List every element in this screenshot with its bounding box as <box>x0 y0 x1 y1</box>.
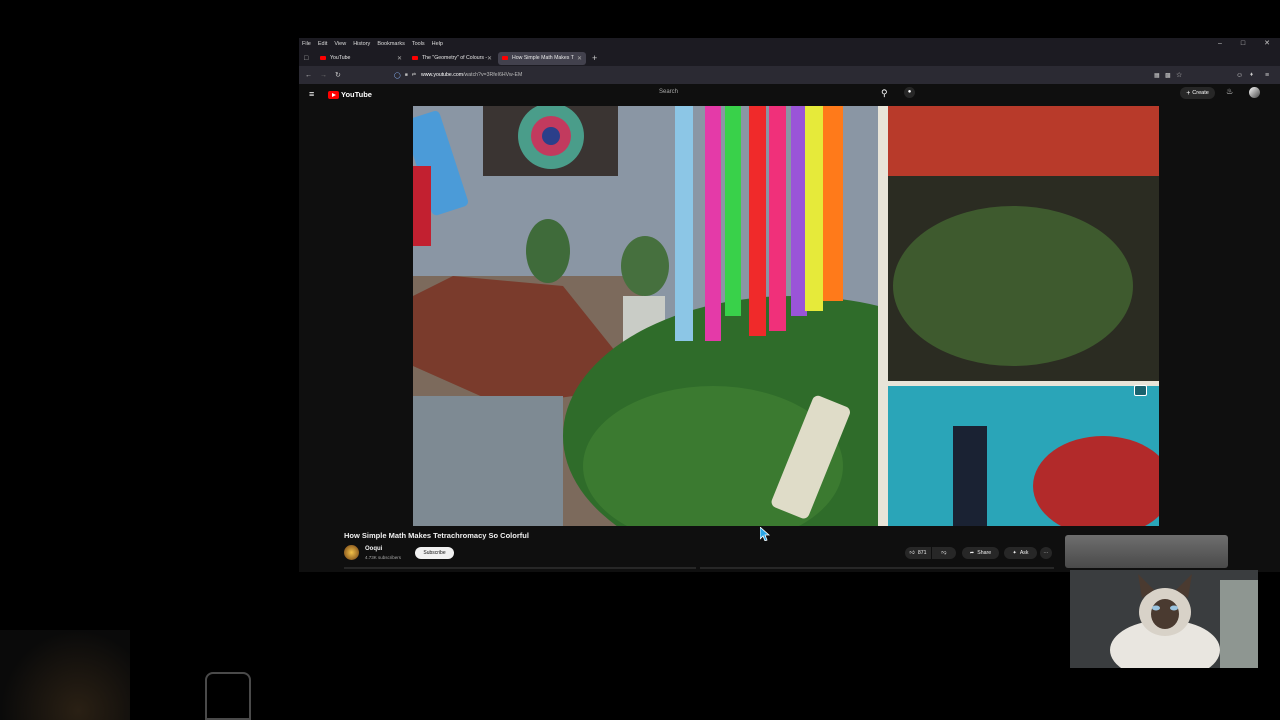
youtube-header: ≡ YouTube Search ⚲ ● + Create ♨ <box>299 84 1280 106</box>
tab-youtube[interactable]: YouTube ✕ <box>316 52 406 65</box>
permissions-icon[interactable]: ⇄ <box>412 72 416 78</box>
share-button[interactable]: ➦ Share <box>962 547 999 559</box>
dislike-icon: 👎︎ <box>941 550 947 556</box>
tab-list-icon[interactable]: □ <box>304 55 314 62</box>
bookmark-star-icon[interactable]: ☆ <box>1176 71 1182 79</box>
ask-button[interactable]: ✦ Ask <box>1004 547 1037 559</box>
menu-file[interactable]: File <box>302 41 311 47</box>
webcam-overlay <box>1070 570 1258 668</box>
desk-item-left <box>0 630 130 720</box>
more-actions-button[interactable]: ⋯ <box>1040 547 1052 559</box>
tab-geometry-of-colours[interactable]: The "Geometry" of Colours - Yo ✕ <box>408 52 496 65</box>
close-window-icon[interactable]: ✕ <box>1264 38 1270 50</box>
reader-view-icon[interactable]: ▦ <box>1154 72 1160 79</box>
more-icon: ⋯ <box>1043 550 1049 556</box>
video-info: How Simple Math Makes Tetrachromacy So C… <box>299 526 1280 572</box>
subscribe-button[interactable]: Subscribe <box>415 547 454 559</box>
youtube-favicon-icon <box>320 56 326 60</box>
reload-icon[interactable]: ↻ <box>335 71 341 79</box>
tab-label: How Simple Math Makes T <box>512 55 574 61</box>
menu-tools[interactable]: Tools <box>412 41 425 47</box>
youtube-logo[interactable]: YouTube <box>328 90 372 99</box>
search-placeholder: Search <box>659 89 679 95</box>
sparkle-icon: ✦ <box>1012 550 1017 556</box>
dislike-button[interactable]: 👎︎ <box>932 547 956 559</box>
hamburger-menu-icon[interactable]: ≡ <box>309 89 314 99</box>
video-player[interactable] <box>413 106 1159 526</box>
share-label: Share <box>977 550 992 556</box>
video-frame <box>413 106 1159 526</box>
navigation-bar: ← → ↻ ◯ ■ ⇄ www.youtube.com /watch?v=3Rf… <box>299 66 1280 84</box>
menu-bar: File Edit View History Bookmarks Tools H… <box>299 38 1280 50</box>
channel-avatar[interactable] <box>344 545 359 560</box>
menu-edit[interactable]: Edit <box>318 41 327 47</box>
url-bar[interactable]: ◯ ■ ⇄ www.youtube.com /watch?v=3RfeI6HVw… <box>394 69 1134 81</box>
menu-help[interactable]: Help <box>432 41 443 47</box>
tab-bar: □ YouTube ✕ The "Geometry" of Colours - … <box>299 50 1280 66</box>
cat-webcam-feed <box>1070 570 1258 668</box>
video-title: How Simple Math Makes Tetrachromacy So C… <box>344 531 529 540</box>
tab-label: The "Geometry" of Colours - Yo <box>422 55 488 61</box>
back-icon[interactable]: ← <box>305 72 312 79</box>
extensions-icon[interactable]: ♦ <box>1250 72 1253 78</box>
minimize-icon[interactable]: – <box>1218 38 1222 50</box>
tab-how-simple-math[interactable]: How Simple Math Makes T ✕ <box>498 51 586 65</box>
url-path: /watch?v=3RfeI6HVw-EM <box>463 72 523 78</box>
mouse-cursor-icon <box>760 527 771 541</box>
like-icon: 👍︎ <box>909 550 915 556</box>
create-button[interactable]: + Create <box>1180 87 1215 99</box>
new-tab-icon[interactable]: + <box>592 53 597 63</box>
shield-icon: ◯ <box>394 72 401 79</box>
menu-bookmarks[interactable]: Bookmarks <box>377 41 405 47</box>
menu-view[interactable]: View <box>334 41 346 47</box>
picture-in-picture-icon[interactable]: ▩ <box>1165 72 1171 79</box>
subscriber-count: 4.73K subscribers <box>365 555 402 560</box>
logo-text: YouTube <box>341 90 372 99</box>
lock-icon: ■ <box>404 72 408 78</box>
plus-icon: + <box>1186 89 1191 97</box>
create-label: Create <box>1192 90 1209 96</box>
menu-history[interactable]: History <box>353 41 370 47</box>
youtube-favicon-icon <box>502 56 508 60</box>
account-icon[interactable]: ☺ <box>1236 72 1243 79</box>
ask-label: Ask <box>1019 550 1029 556</box>
comments-divider <box>700 567 1054 569</box>
description-divider <box>344 567 696 569</box>
forward-icon[interactable]: → <box>320 72 327 79</box>
like-count: 871 <box>917 550 927 556</box>
close-tab-icon[interactable]: ✕ <box>487 55 492 62</box>
url-host: www.youtube.com <box>420 72 464 78</box>
search-input[interactable]: Search <box>659 89 869 102</box>
close-tab-icon[interactable]: ✕ <box>397 55 402 62</box>
maximize-icon[interactable]: □ <box>1241 38 1245 50</box>
avatar[interactable] <box>1249 87 1260 98</box>
youtube-favicon-icon <box>412 56 418 60</box>
browser-window: File Edit View History Bookmarks Tools H… <box>299 38 1280 572</box>
microphone-icon[interactable]: ● <box>904 87 915 98</box>
like-button[interactable]: 👍︎ 871 <box>905 547 931 559</box>
bell-icon[interactable]: ♨ <box>1226 87 1233 96</box>
tab-label: YouTube <box>330 55 351 61</box>
screenshot-icon[interactable] <box>1134 385 1147 396</box>
search-icon[interactable]: ⚲ <box>881 88 888 99</box>
youtube-play-icon <box>328 90 339 99</box>
app-menu-icon[interactable]: ≡ <box>1265 72 1269 79</box>
close-tab-icon[interactable]: ✕ <box>577 55 582 62</box>
glass-item <box>205 672 251 720</box>
share-icon: ➦ <box>969 550 975 556</box>
channel-name[interactable]: Ooqui <box>365 546 382 552</box>
suggested-thumbnail[interactable] <box>1065 535 1228 568</box>
